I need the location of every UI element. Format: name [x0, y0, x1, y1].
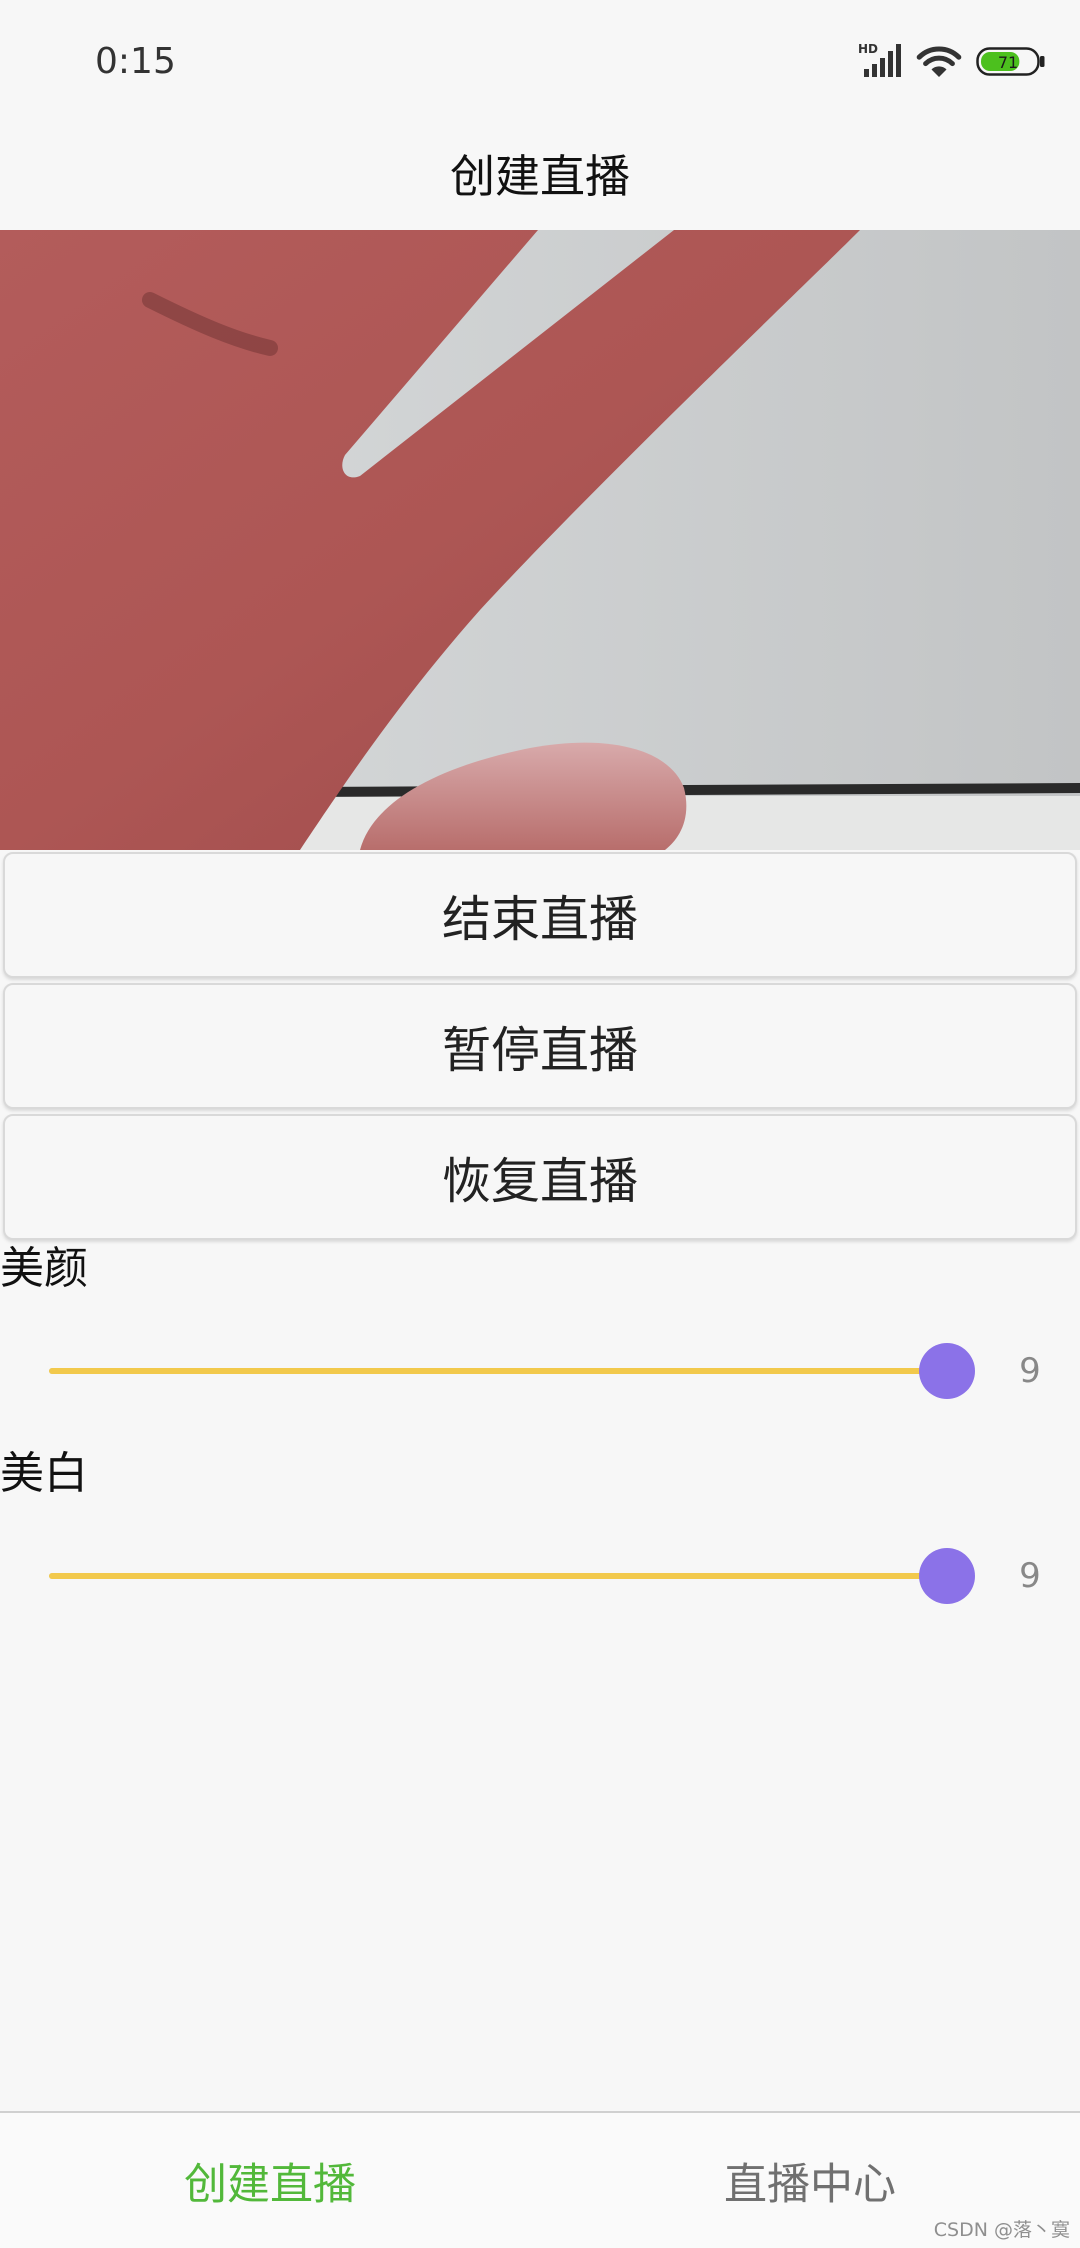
page-title: 创建直播 [449, 150, 630, 203]
network-badge: HD [858, 42, 878, 56]
slider-value: 9 [1019, 1556, 1041, 1596]
whitening-slider[interactable]: 9 [0, 1536, 1080, 1616]
bottom-nav: 创建直播 直播中心 [0, 2111, 1080, 2248]
title-bar: 创建直播 [0, 115, 1080, 230]
slider-thumb[interactable] [919, 1343, 975, 1399]
end-live-button[interactable]: 结束直播 [3, 852, 1077, 978]
watermark: CSDN @落丶寞 [933, 2219, 1070, 2241]
slider-thumb[interactable] [919, 1548, 975, 1604]
slider-value: 9 [1019, 1351, 1041, 1391]
pause-live-button[interactable]: 暂停直播 [3, 983, 1077, 1109]
tab-create-live[interactable]: 创建直播 [0, 2113, 540, 2248]
camera-preview [0, 230, 1080, 850]
status-time: 0:15 [95, 41, 176, 82]
status-bar: 0:15 HD 71 [0, 0, 1080, 115]
beauty-label: 美颜 [0, 1243, 88, 1294]
slider-fill [49, 1368, 947, 1374]
battery-level: 71 [998, 53, 1018, 72]
beauty-slider[interactable]: 9 [0, 1331, 1080, 1411]
whitening-label: 美白 [0, 1448, 88, 1499]
signal-icon: HD [858, 42, 901, 77]
battery-icon: 71 [976, 47, 1045, 76]
wifi-icon [916, 46, 962, 77]
resume-live-button[interactable]: 恢复直播 [3, 1114, 1077, 1240]
slider-fill [49, 1573, 947, 1579]
